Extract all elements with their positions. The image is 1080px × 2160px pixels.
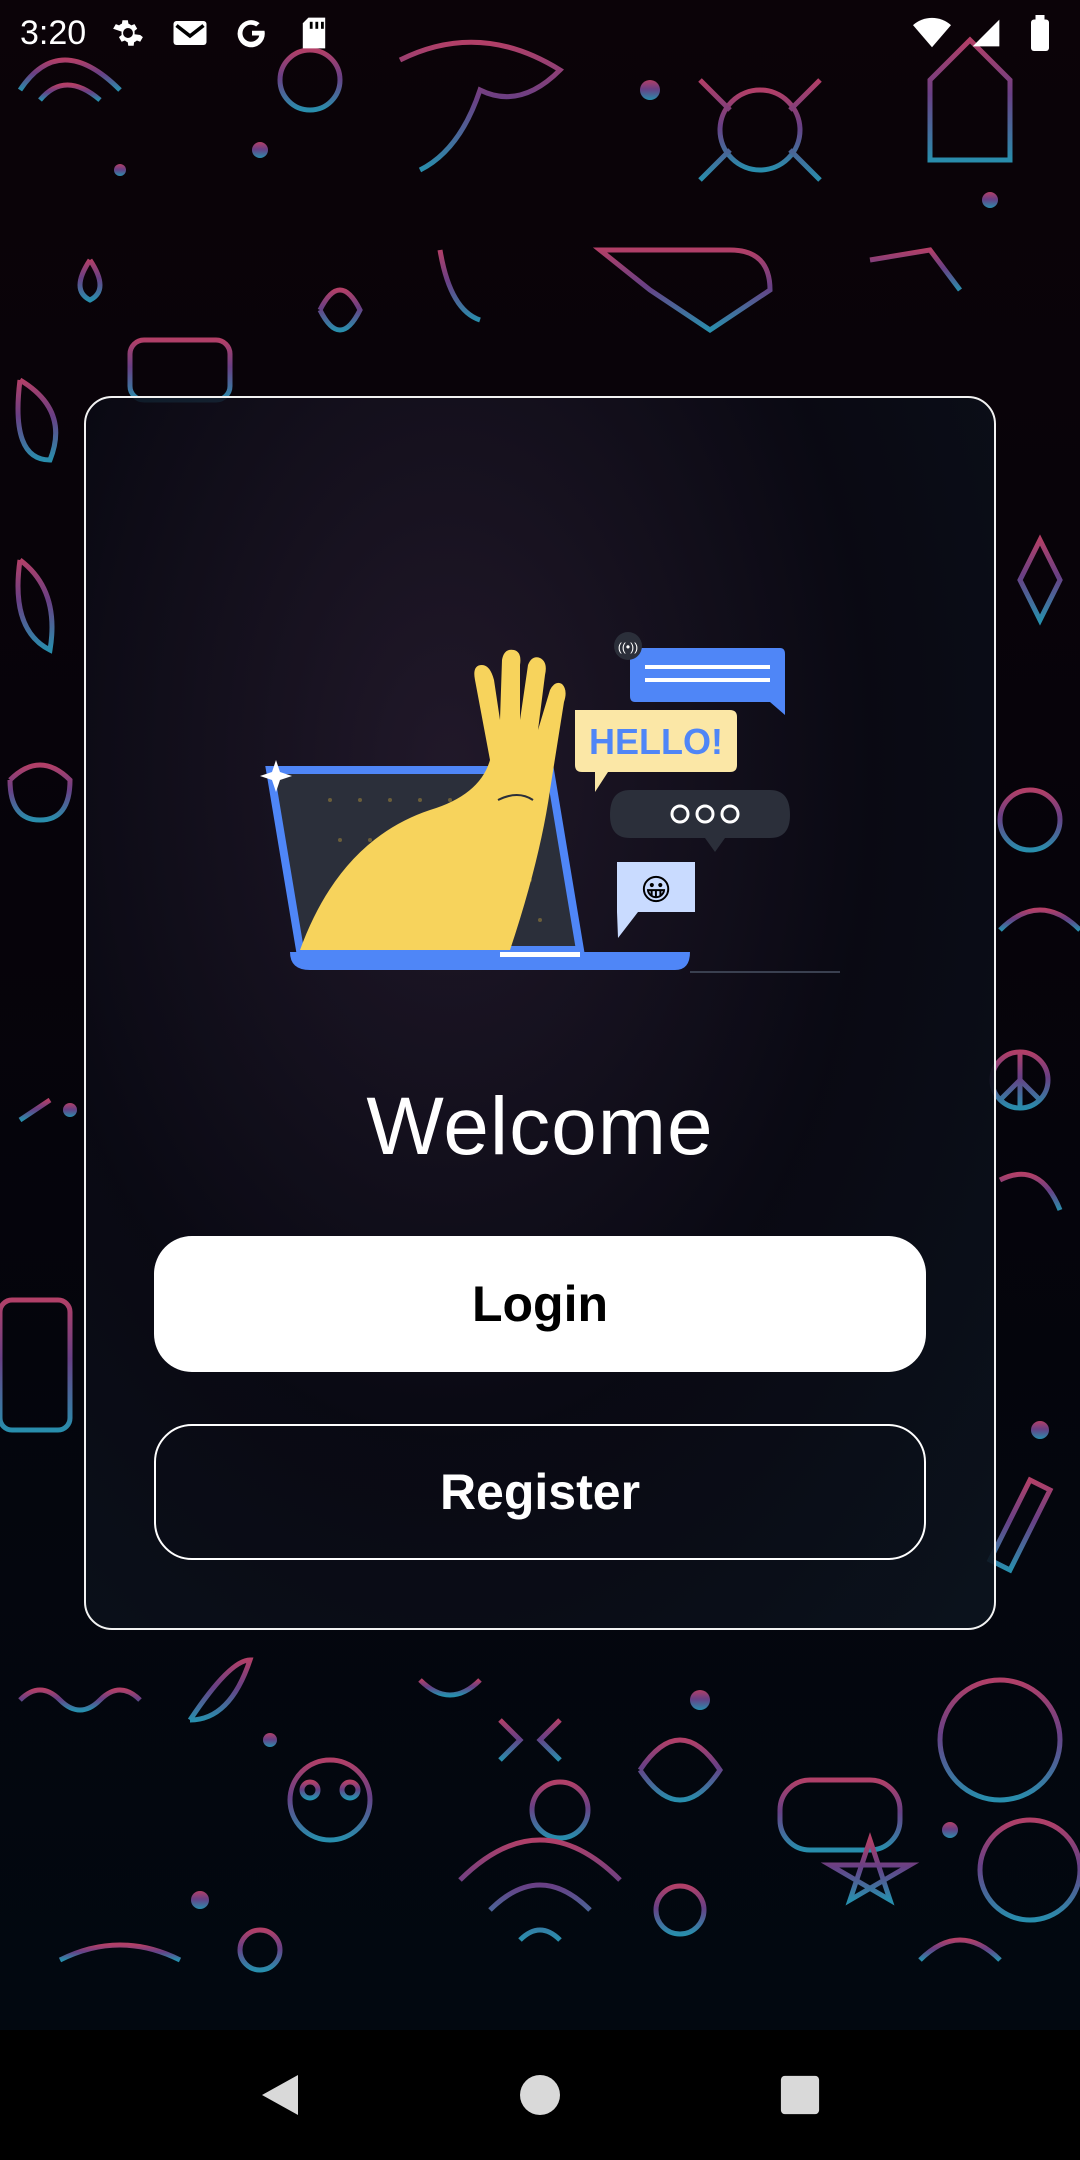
gmail-icon [170,13,210,53]
laptop-base [290,952,690,970]
recents-icon[interactable] [770,2065,830,2125]
wifi-icon [912,13,952,53]
register-button[interactable]: Register [154,1424,926,1560]
status-left: 3:20 [20,13,334,53]
sd-card-icon [294,13,334,53]
settings-icon [108,13,148,53]
welcome-title: Welcome [366,1081,714,1172]
hello-bubble-text: HELLO! [589,721,723,762]
navigation-bar [0,2030,1080,2160]
status-right [912,13,1060,53]
signal-icon [966,13,1006,53]
login-button[interactable]: Login [154,1236,926,1372]
back-icon[interactable] [250,2065,310,2125]
welcome-illustration: ((•)) HELLO! 😀 [250,620,850,980]
battery-icon [1020,13,1060,53]
svg-text:((•)): ((•)) [618,640,638,654]
emoji-face-icon: 😀 [640,873,671,908]
google-icon [232,13,272,53]
status-bar: 3:20 [0,0,1080,66]
status-time: 3:20 [20,13,87,52]
hello-laptop-illustration: ((•)) HELLO! 😀 [260,632,840,973]
home-icon[interactable] [510,2065,570,2125]
